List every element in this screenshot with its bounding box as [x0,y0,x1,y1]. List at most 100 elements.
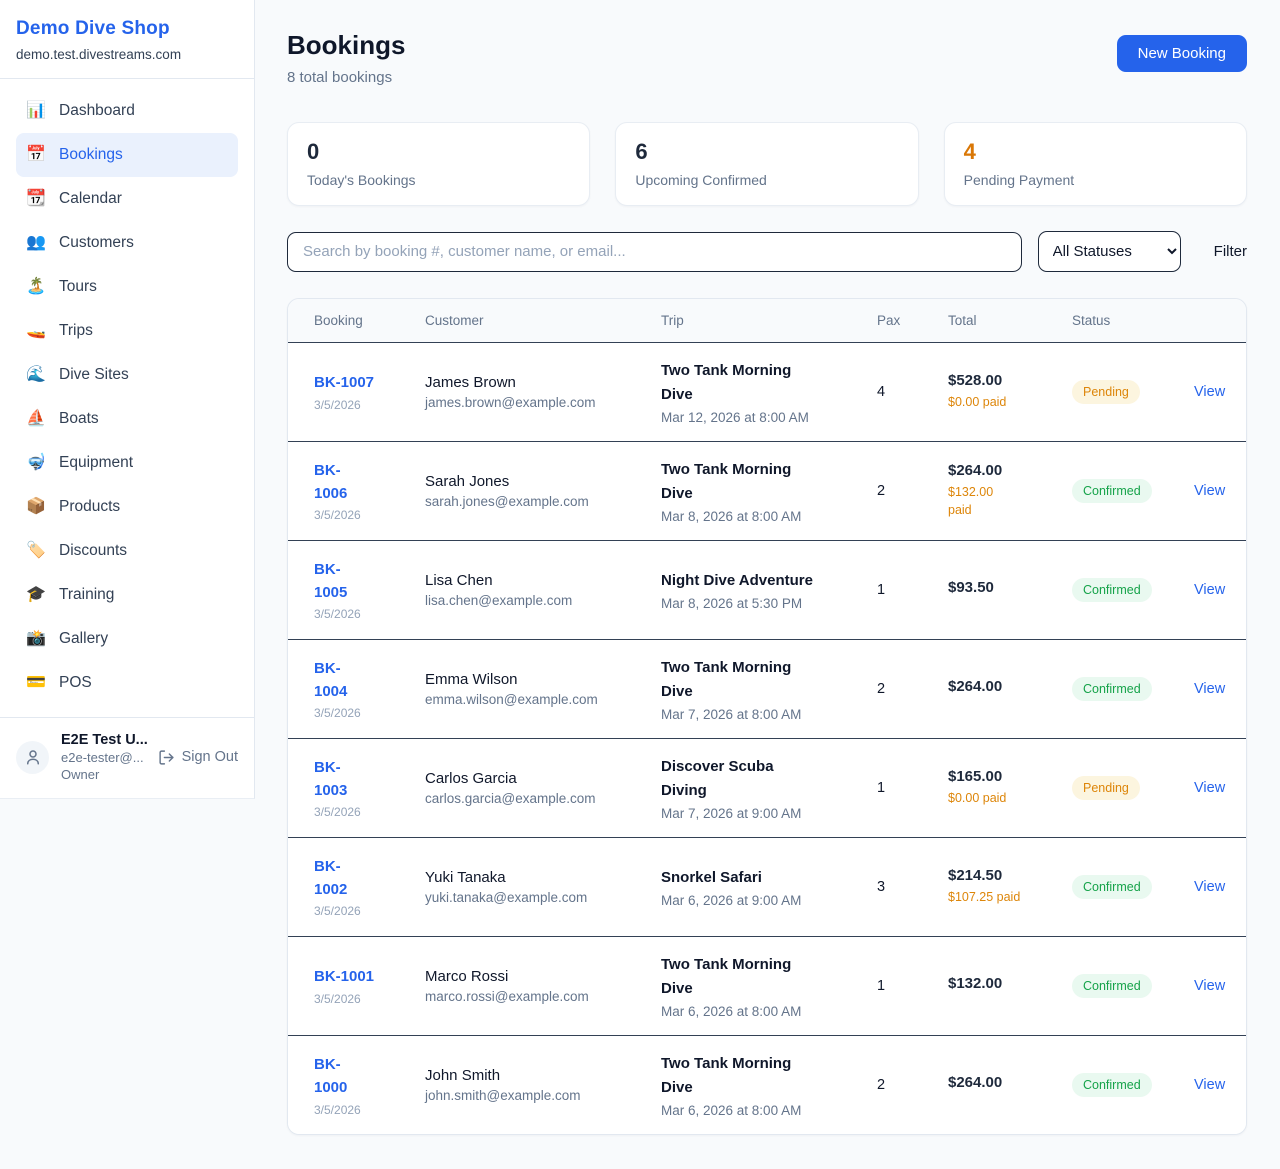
sidebar-item-training[interactable]: 🎓 Training [16,573,238,617]
pax-count: 1 [877,978,885,994]
diving-mask-icon: 🤿 [26,455,46,471]
sidebar-item-equipment[interactable]: 🤿 Equipment [16,441,238,485]
view-link[interactable]: View [1194,483,1225,499]
user-icon [24,748,42,766]
sidebar-item-bookings[interactable]: 📅 Bookings [16,133,238,177]
sidebar: Demo Dive Shop demo.test.divestreams.com… [0,0,255,799]
total-amount: $214.50 [948,867,1056,884]
booking-id-link[interactable]: BK- 1005 [314,558,409,605]
sidebar-item-label: Dashboard [59,102,135,120]
stats-row: 0 Today's Bookings 6 Upcoming Confirmed … [287,122,1247,206]
table-row: BK-10073/5/2026 James Brownjames.brown@e… [288,342,1246,441]
customer-email: carlos.garcia@example.com [425,791,645,806]
total-amount: $93.50 [948,579,1056,596]
booking-id-link[interactable]: BK- 1004 [314,657,409,704]
sidebar-item-label: Bookings [59,146,123,164]
sidebar-item-boats[interactable]: ⛵ Boats [16,397,238,441]
dashboard-icon: 📊 [26,103,46,119]
sidebar-item-calendar[interactable]: 📆 Calendar [16,177,238,221]
sidebar-item-dive-sites[interactable]: 🌊 Dive Sites [16,353,238,397]
sign-out-label: Sign Out [182,749,238,765]
trip-time: Mar 12, 2026 at 8:00 AM [661,410,861,425]
view-link[interactable]: View [1194,384,1225,400]
view-link[interactable]: View [1194,1077,1225,1093]
booking-id-link[interactable]: BK- 1003 [314,756,409,803]
customer-name: Sarah Jones [425,473,645,490]
stat-card-upcoming-confirmed: 6 Upcoming Confirmed [615,122,918,206]
trip-time: Mar 6, 2026 at 8:00 AM [661,1103,861,1118]
sidebar-item-dashboard[interactable]: 📊 Dashboard [16,89,238,133]
sign-out-button[interactable]: Sign Out [158,749,238,766]
customer-name: James Brown [425,374,645,391]
sidebar-item-trips[interactable]: 🚤 Trips [16,309,238,353]
sidebar-user-section: E2E Test U... e2e-tester@... Owner Sign … [0,717,254,798]
customer-email: james.brown@example.com [425,395,645,410]
sidebar-item-label: Tours [59,278,97,296]
trip-name: Two Tank Morning Dive [661,458,861,506]
pax-count: 3 [877,879,885,895]
view-link[interactable]: View [1194,879,1225,895]
pax-count: 2 [877,1077,885,1093]
table-header-row: Booking Customer Trip Pax Total Status [288,299,1246,342]
trip-time: Mar 6, 2026 at 8:00 AM [661,1004,861,1019]
customer-email: yuki.tanaka@example.com [425,890,645,905]
customer-name: Emma Wilson [425,671,645,688]
new-booking-button[interactable]: New Booking [1117,35,1247,72]
booking-date: 3/5/2026 [314,607,409,621]
table-row: BK- 10023/5/2026 Yuki Tanakayuki.tanaka@… [288,837,1246,936]
view-link[interactable]: View [1194,780,1225,796]
package-icon: 📦 [26,499,46,515]
customer-email: sarah.jones@example.com [425,494,645,509]
sidebar-item-pos[interactable]: 💳 POS [16,661,238,705]
page-subtitle: 8 total bookings [287,69,405,86]
total-amount: $528.00 [948,372,1056,389]
stat-card-todays-bookings: 0 Today's Bookings [287,122,590,206]
sidebar-item-tours[interactable]: 🏝️ Tours [16,265,238,309]
sailboat-icon: ⛵ [26,411,46,427]
trip-time: Mar 6, 2026 at 9:00 AM [661,893,861,908]
pax-count: 2 [877,681,885,697]
logout-icon [158,749,175,766]
booking-id-link[interactable]: BK- 1006 [314,459,409,506]
sidebar-item-label: Discounts [59,542,127,560]
booking-id-link[interactable]: BK- 1000 [314,1053,409,1100]
trip-name: Snorkel Safari [661,866,861,890]
user-email: e2e-tester@... [61,750,146,765]
user-role: Owner [61,767,146,782]
trip-time: Mar 7, 2026 at 9:00 AM [661,806,861,821]
sidebar-item-discounts[interactable]: 🏷️ Discounts [16,529,238,573]
total-amount: $264.00 [948,678,1056,695]
view-link[interactable]: View [1194,978,1225,994]
island-icon: 🏝️ [26,279,46,295]
table-row: BK-10013/5/2026 Marco Rossimarco.rossi@e… [288,936,1246,1035]
status-select[interactable]: All Statuses [1038,231,1181,272]
booking-date: 3/5/2026 [314,508,409,522]
view-link[interactable]: View [1194,681,1225,697]
sidebar-nav: 📊 Dashboard 📅 Bookings 📆 Calendar 👥 Cust… [0,79,254,711]
search-input[interactable] [287,232,1022,272]
booking-id-link[interactable]: BK-1007 [314,371,409,394]
sidebar-item-products[interactable]: 📦 Products [16,485,238,529]
sidebar-item-customers[interactable]: 👥 Customers [16,221,238,265]
trip-name: Two Tank Morning Dive [661,359,861,407]
booking-date: 3/5/2026 [314,706,409,720]
booking-id-link[interactable]: BK- 1002 [314,855,409,902]
trip-name: Night Dive Adventure [661,569,861,593]
customer-email: marco.rossi@example.com [425,989,645,1004]
user-name: E2E Test U... [61,732,146,748]
page-header: Bookings 8 total bookings New Booking [287,30,1247,86]
col-header-total: Total [948,299,1072,342]
stat-card-pending-payment: 4 Pending Payment [944,122,1247,206]
col-header-trip: Trip [661,299,877,342]
calendar-date-icon: 📅 [26,147,46,163]
sidebar-item-label: Dive Sites [59,366,129,384]
booking-id-link[interactable]: BK-1001 [314,965,409,988]
stat-label: Today's Bookings [307,172,570,188]
filter-button[interactable]: Filter [1214,243,1247,260]
table-row: BK- 10033/5/2026 Carlos Garciacarlos.gar… [288,738,1246,837]
sidebar-item-label: Trips [59,322,93,340]
view-link[interactable]: View [1194,582,1225,598]
customer-name: Lisa Chen [425,572,645,589]
sidebar-item-gallery[interactable]: 📸 Gallery [16,617,238,661]
wave-icon: 🌊 [26,367,46,383]
